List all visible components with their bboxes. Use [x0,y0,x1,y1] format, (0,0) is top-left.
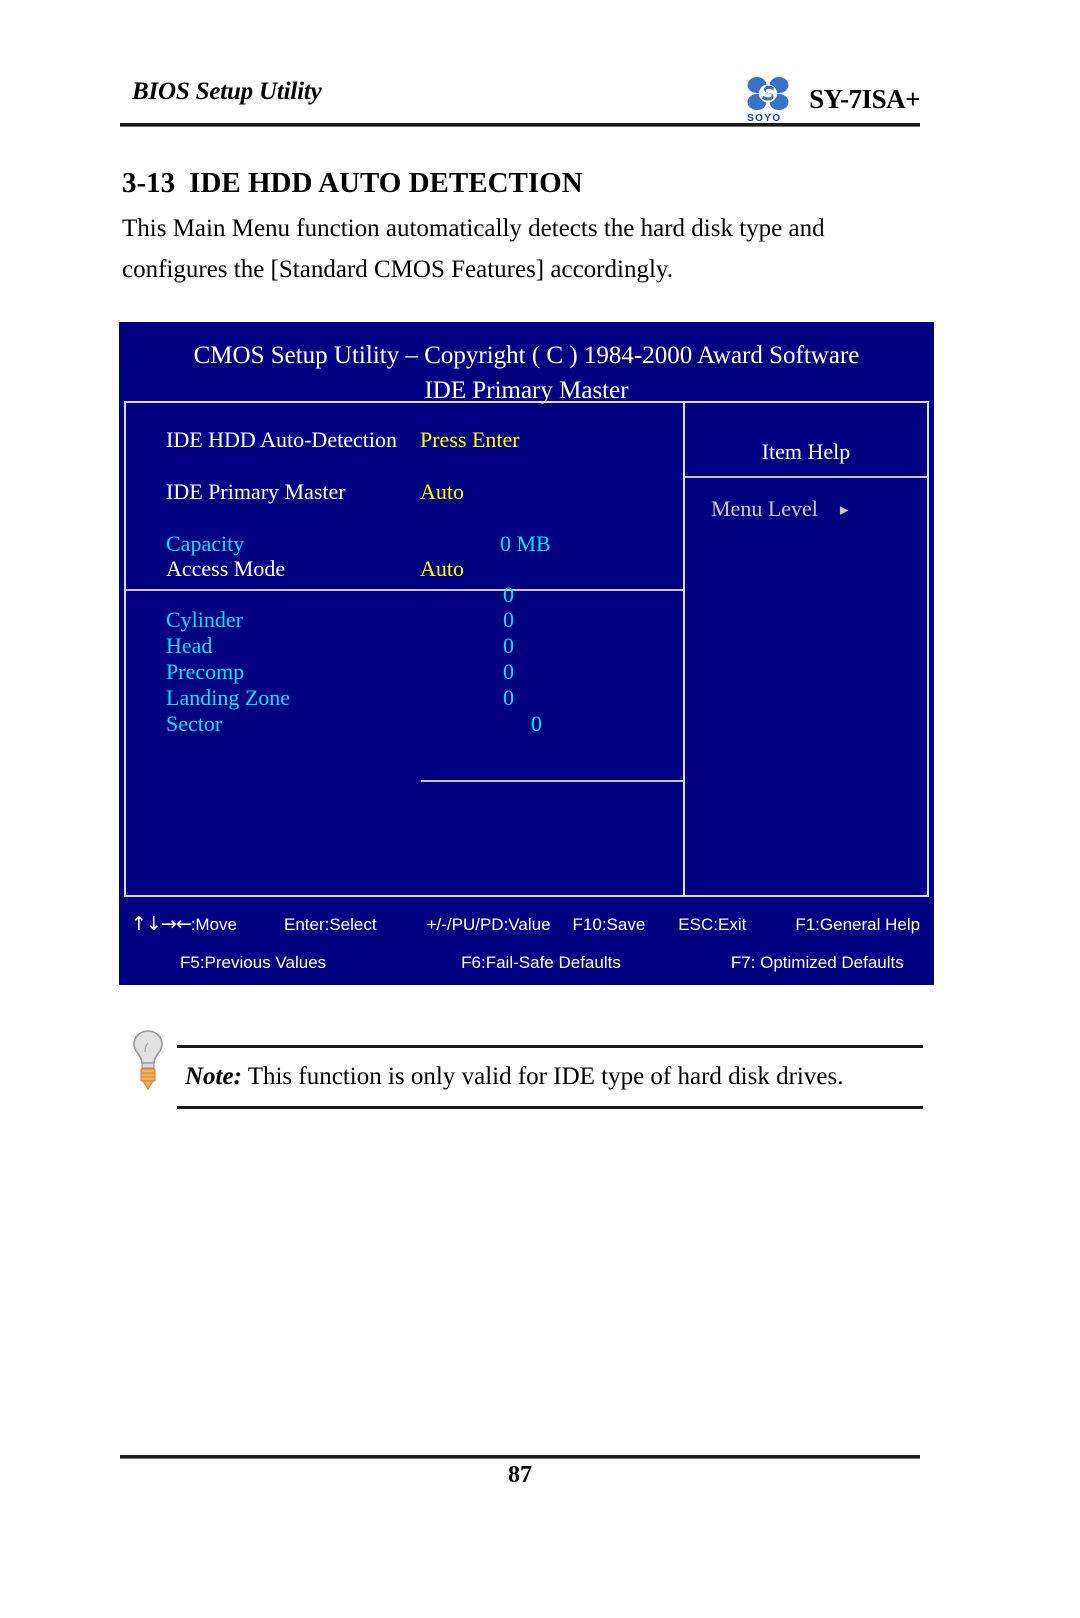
row-label: Capacity [166,531,245,556]
row-value: 0 [503,685,514,710]
menu-level-label: Menu Level [711,496,818,521]
bios-row-ide-primary-master[interactable]: IDE Primary Master Auto [126,479,683,505]
keybar-row-primary: ↑↓→←:Move Enter:Select +/-/PU/PD:Value F… [119,913,934,935]
row-label: Cylinder [166,607,243,632]
row-value[interactable]: Press Enter [420,427,520,453]
bios-body: IDE HDD Auto-Detection Press Enter IDE P… [124,401,929,897]
bios-row-precomp[interactable]: Precomp 0 [126,659,683,685]
bios-titlebar: CMOS Setup Utility – Copyright ( C ) 198… [119,322,934,408]
note-body: This function is only valid for IDE type… [241,1063,844,1090]
bios-row-cylinder[interactable]: Cylinder 0 [126,607,683,633]
key-enter-select: Enter:Select [283,915,377,934]
row-value: 0 [531,711,542,736]
row-value[interactable]: Auto [420,479,464,505]
item-help-title: Item Help [761,439,851,464]
key-f7-optimized-defaults: F7: Optimized Defaults [730,953,904,972]
note-callout: Note: This function is only valid for ID… [177,1045,923,1109]
row-value: 0 [503,582,514,607]
page-header: BIOS Setup Utility SOYO SY-7ISA+ [120,77,920,128]
bios-setup-screenshot: CMOS Setup Utility – Copyright ( C ) 198… [119,322,934,985]
bios-row-blank-value: 0 [126,582,683,608]
soyo-logo-icon: SOYO [741,74,795,124]
menu-level-row: Menu Level ▸ [711,496,848,522]
bios-row-landing-zone[interactable]: Landing Zone 0 [126,685,683,711]
bios-item-help-pane: Item Help Menu Level ▸ [683,403,927,895]
row-value: 0 [503,607,514,632]
row-value[interactable]: Auto [420,556,464,582]
bios-function-key-bar: ↑↓→←:Move Enter:Select +/-/PU/PD:Value F… [119,902,934,985]
key-move-label: :Move [190,915,237,934]
row-label: Head [166,633,213,658]
page-header-model: SY-7ISA+ [809,83,920,114]
row-label: Precomp [166,659,245,684]
key-esc-exit: ESC:Exit [678,915,747,934]
key-move: ↑↓→←:Move [131,913,237,935]
row-value: 0 [503,633,514,658]
bios-row-head[interactable]: Head 0 [126,633,683,659]
row-label: Access Mode [166,556,286,581]
section-number: 3-13 [122,167,176,199]
arrow-keys-icon: ↑↓→← [131,913,192,935]
lightbulb-icon [128,1028,168,1102]
bios-title-copyright: CMOS Setup Utility – Copyright ( C ) 198… [193,342,860,369]
intro-paragraph: This Main Menu function automatically de… [122,215,825,283]
page-header-title: BIOS Setup Utility [132,78,322,105]
row-value: 0 MB [500,531,551,556]
row-label: Landing Zone [166,685,291,710]
bios-row-sector[interactable]: Sector 0 [126,711,683,737]
page-header-brand: SOYO SY-7ISA+ [741,74,920,124]
key-f5-previous-values: F5:Previous Values [180,953,327,972]
bios-settings-pane: IDE HDD Auto-Detection Press Enter IDE P… [126,403,683,895]
key-f6-fail-safe-defaults: F6:Fail-Safe Defaults [461,953,621,972]
page-title: 3-13 IDE HDD AUTO DETECTION [122,167,583,200]
item-help-divider [685,476,927,478]
bios-row-access-mode[interactable]: Access Mode Auto [126,556,683,582]
row-label: IDE HDD Auto-Detection [166,427,397,452]
key-f1-general-help: F1:General Help [795,915,921,934]
bios-row-capacity[interactable]: Capacity 0 MB [126,531,683,557]
bios-row-ide-hdd-auto-detection[interactable]: IDE HDD Auto-Detection Press Enter [126,427,683,453]
bios-lower-divider [421,780,683,782]
note-label: Note: [185,1063,242,1090]
header-divider [120,123,920,127]
row-value: 0 [503,659,514,684]
section-heading-text: IDE HDD AUTO DETECTION [189,167,583,199]
key-f10-save: F10:Save [572,915,646,934]
note-text: Note: This function is only valid for ID… [185,1057,843,1097]
keybar-row-secondary: F5:Previous Values F6:Fail-Safe Defaults… [119,953,934,973]
key-value: +/-/PU/PD:Value [426,915,551,934]
row-label: Sector [166,711,223,736]
chevron-right-icon: ▸ [839,500,849,519]
page-number: 87 [508,1462,532,1488]
row-label: IDE Primary Master [166,479,346,504]
footer-divider [120,1455,920,1459]
